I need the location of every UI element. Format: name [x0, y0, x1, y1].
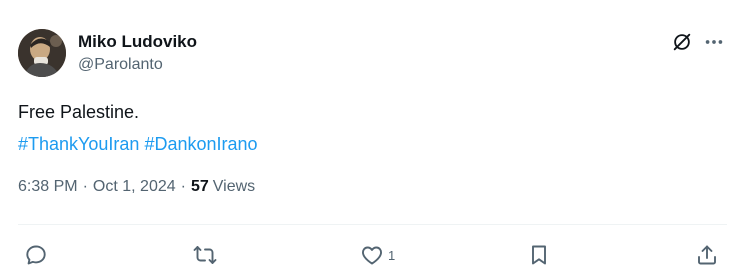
share-button[interactable]	[695, 241, 723, 269]
tweet-time[interactable]: 6:38 PM	[18, 178, 78, 196]
hashtag-link[interactable]: #ThankYouIran	[18, 134, 139, 154]
heart-icon	[362, 246, 382, 265]
divider	[18, 224, 727, 225]
tweet-body: Free Palestine.	[18, 102, 140, 122]
views-count[interactable]: 57	[191, 178, 209, 196]
more-button[interactable]	[702, 30, 726, 54]
avatar[interactable]	[18, 29, 66, 77]
views-label[interactable]: Views	[213, 178, 255, 196]
hashtag-link[interactable]: #DankonIrano	[144, 134, 257, 154]
retweet-icon	[193, 246, 217, 264]
reply-button[interactable]	[24, 241, 52, 269]
retweet-button[interactable]	[193, 241, 221, 269]
grok-icon	[673, 33, 691, 51]
meta-separator: ·	[180, 178, 186, 195]
bookmark-icon	[532, 245, 546, 265]
like-button[interactable]: 1	[360, 241, 395, 269]
share-icon	[698, 245, 716, 265]
display-name[interactable]: Miko Ludoviko	[78, 32, 197, 52]
like-count: 1	[388, 247, 396, 263]
user-handle[interactable]: @Parolanto	[78, 56, 163, 74]
bookmark-button[interactable]	[527, 241, 555, 269]
meta-separator: ·	[82, 178, 88, 195]
reply-icon	[26, 245, 46, 265]
tweet-date[interactable]: Oct 1, 2024	[93, 178, 176, 196]
hashtag-line: #ThankYouIran #DankonIrano	[18, 128, 258, 160]
avatar-photo	[18, 29, 66, 77]
more-icon	[705, 40, 723, 44]
tweet-text: Free Palestine. #ThankYouIran #DankonIra…	[18, 96, 258, 160]
tweet-meta: 6:38 PM · Oct 1, 2024 · 57 Views	[18, 178, 255, 196]
grok-button[interactable]	[670, 30, 694, 54]
